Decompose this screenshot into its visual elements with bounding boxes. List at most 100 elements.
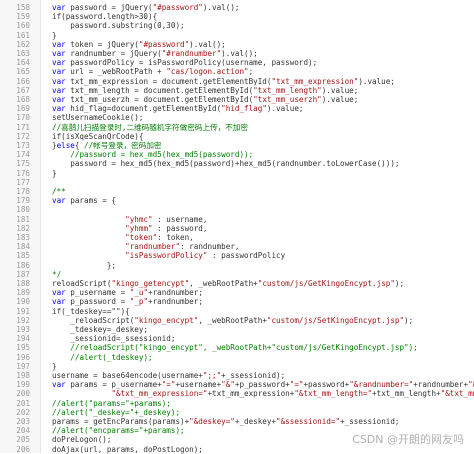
code-comment: //alert("params="+params); — [52, 398, 171, 408]
line-number: 188 — [16, 279, 30, 288]
code-text: setUsernameCookie(); — [52, 113, 143, 122]
code-token: }; — [52, 260, 117, 270]
code-editor[interactable]: 158 var password = jQuery("#password").va… — [0, 0, 474, 454]
code-token: , _webRootPath+ — [198, 315, 267, 325]
line-number: 167 — [16, 85, 30, 95]
code-keyword: var — [52, 39, 66, 49]
code-token: _reloadScript( — [52, 315, 135, 325]
line-number: 182 — [16, 223, 30, 233]
code-string: "&txt_mm_us — [440, 389, 474, 399]
code-comment: //alert("_deskey="+_deskey); — [52, 407, 181, 417]
code-token: url = _webRootPath + — [65, 67, 167, 77]
line-number: 176 — [16, 168, 30, 178]
code-token: setUsernameCookie(); — [52, 113, 144, 123]
code-token: ; — [248, 67, 254, 77]
code-token: reloadScript( — [52, 279, 112, 288]
code-token: +_deskey+ — [234, 417, 277, 426]
code-string: "&txt_mm_expression=" — [111, 389, 208, 399]
code-comment: //帐号登录，密码加密 — [84, 141, 162, 150]
code-keyword: var — [52, 49, 66, 58]
code-text: if(_tdeskey==""){ — [52, 307, 130, 316]
code-string: "&" — [221, 380, 235, 390]
line-number: 206 — [16, 444, 30, 454]
line-number: 161 — [16, 30, 30, 40]
line-number: 192 — [16, 315, 30, 325]
code-string: "randnumber" — [125, 242, 181, 252]
code-line: 168 var txt_mm_userzh = document.getEleme… — [0, 95, 474, 104]
code-line: 178 /** — [0, 187, 474, 196]
code-string: "token" — [125, 233, 158, 242]
code-string: "kingo_encypt" — [134, 315, 199, 325]
code-token: { — [74, 141, 85, 150]
code-line: 202 //alert("_deskey="+_deskey); — [0, 408, 474, 417]
code-line: 186 }; — [0, 261, 474, 270]
code-comment: */ — [52, 269, 62, 279]
code-token: +_ssessionid; — [340, 417, 400, 426]
code-text: if(password.length>30){ — [52, 12, 157, 21]
line-number: 190 — [16, 297, 30, 307]
code-string: "custom/js/SetKingoEncypt.jsp" — [266, 315, 405, 325]
code-line: 162 var token = jQuery("#password").val()… — [0, 40, 474, 49]
code-token: +randnumber; — [148, 297, 203, 307]
code-text: "isPasswordPolicy" : passwordPolicy — [52, 251, 285, 260]
line-number: 186 — [16, 260, 30, 270]
code-line: 192 _reloadScript("kingo_encypt", _webRo… — [0, 316, 474, 325]
line-number: 194 — [16, 334, 30, 344]
code-line: 169 var hid_flag=document.getElementById(… — [0, 104, 474, 113]
code-text: "randnumber": randnumber, — [52, 242, 239, 251]
code-text: var token = jQuery("#password").val(); — [52, 40, 226, 49]
code-token: doPreLogon(); — [52, 435, 112, 445]
code-string: "txt_mm_length" — [253, 85, 322, 95]
code-string: "custom/js/GetKingoEncypt.jsp" — [257, 279, 395, 288]
code-line: 182 "yhmm" : password, — [0, 224, 474, 233]
code-keyword: var — [52, 380, 66, 390]
code-text: //喜鹊儿扫描登录时,二维码随机字符做密码上传，不加密 — [52, 123, 248, 132]
code-text: } — [52, 362, 57, 371]
line-number: 174 — [16, 150, 30, 160]
code-line: 195 //reloadScript("kingo_encypt", _webR… — [0, 343, 474, 352]
code-token: password = jQuery( — [65, 3, 153, 12]
line-number: 199 — [16, 380, 30, 390]
line-number: 178 — [16, 187, 30, 196]
line-number: 197 — [16, 361, 30, 371]
code-comment: /** — [52, 187, 66, 196]
code-line: 165 var url = _webRootPath + "cas/logon.a… — [0, 67, 474, 76]
code-string: "_u" — [129, 288, 149, 298]
code-token: , _webRootPath+ — [189, 279, 258, 288]
code-comment: //alert(_tdeskey); — [70, 352, 153, 362]
code-token: p_username = — [65, 288, 130, 298]
code-string: "yhmm" — [125, 223, 153, 233]
line-number: 181 — [16, 214, 30, 224]
code-string: "isPasswordPolicy" — [125, 251, 208, 261]
code-token: +txt_mm_expression+ — [207, 389, 295, 399]
line-number: 180 — [16, 205, 30, 215]
code-keyword: var — [52, 58, 66, 68]
line-number: 198 — [16, 371, 30, 380]
code-line: 197} — [0, 362, 474, 371]
code-text: _sessionid=_ssessionid; — [52, 334, 175, 343]
code-token: if(isXqeScanQrCode){ — [52, 131, 144, 141]
line-number: 163 — [16, 49, 30, 58]
code-line: 180 — [0, 205, 474, 214]
code-token: +randnumber; — [148, 288, 203, 298]
code-token: password.substring(0,30); — [52, 21, 185, 31]
code-token: txt_mm_length = document.getElementById( — [65, 85, 254, 95]
code-token: } — [52, 30, 57, 40]
code-text: "&txt_mm_expression="+txt_mm_expression+… — [52, 389, 474, 398]
code-line: 193 _tdeskey=_deskey; — [0, 325, 474, 334]
code-token: _sessionid=_ssessionid; — [52, 334, 176, 344]
code-keyword: var — [52, 76, 66, 86]
code-text: params = getEncParams(params)+"&deskey="… — [52, 417, 399, 426]
code-token: ).val(); — [221, 49, 258, 58]
code-token: _tdeskey=_deskey; — [52, 325, 149, 334]
code-token: passwordPolicy = isPasswordPolicy(userna… — [65, 58, 318, 68]
code-line: 189 var p_username = "_u"+randnumber; — [0, 288, 474, 297]
code-comment: //reloadScript("kingo_encypt", _webRootP… — [70, 343, 418, 353]
code-token: if(_tdeskey==""){ — [52, 306, 130, 316]
code-text: //reloadScript("kingo_encypt", _webRootP… — [52, 343, 418, 353]
code-line: 196 //alert(_tdeskey); — [0, 353, 474, 362]
line-number: 193 — [16, 325, 30, 334]
